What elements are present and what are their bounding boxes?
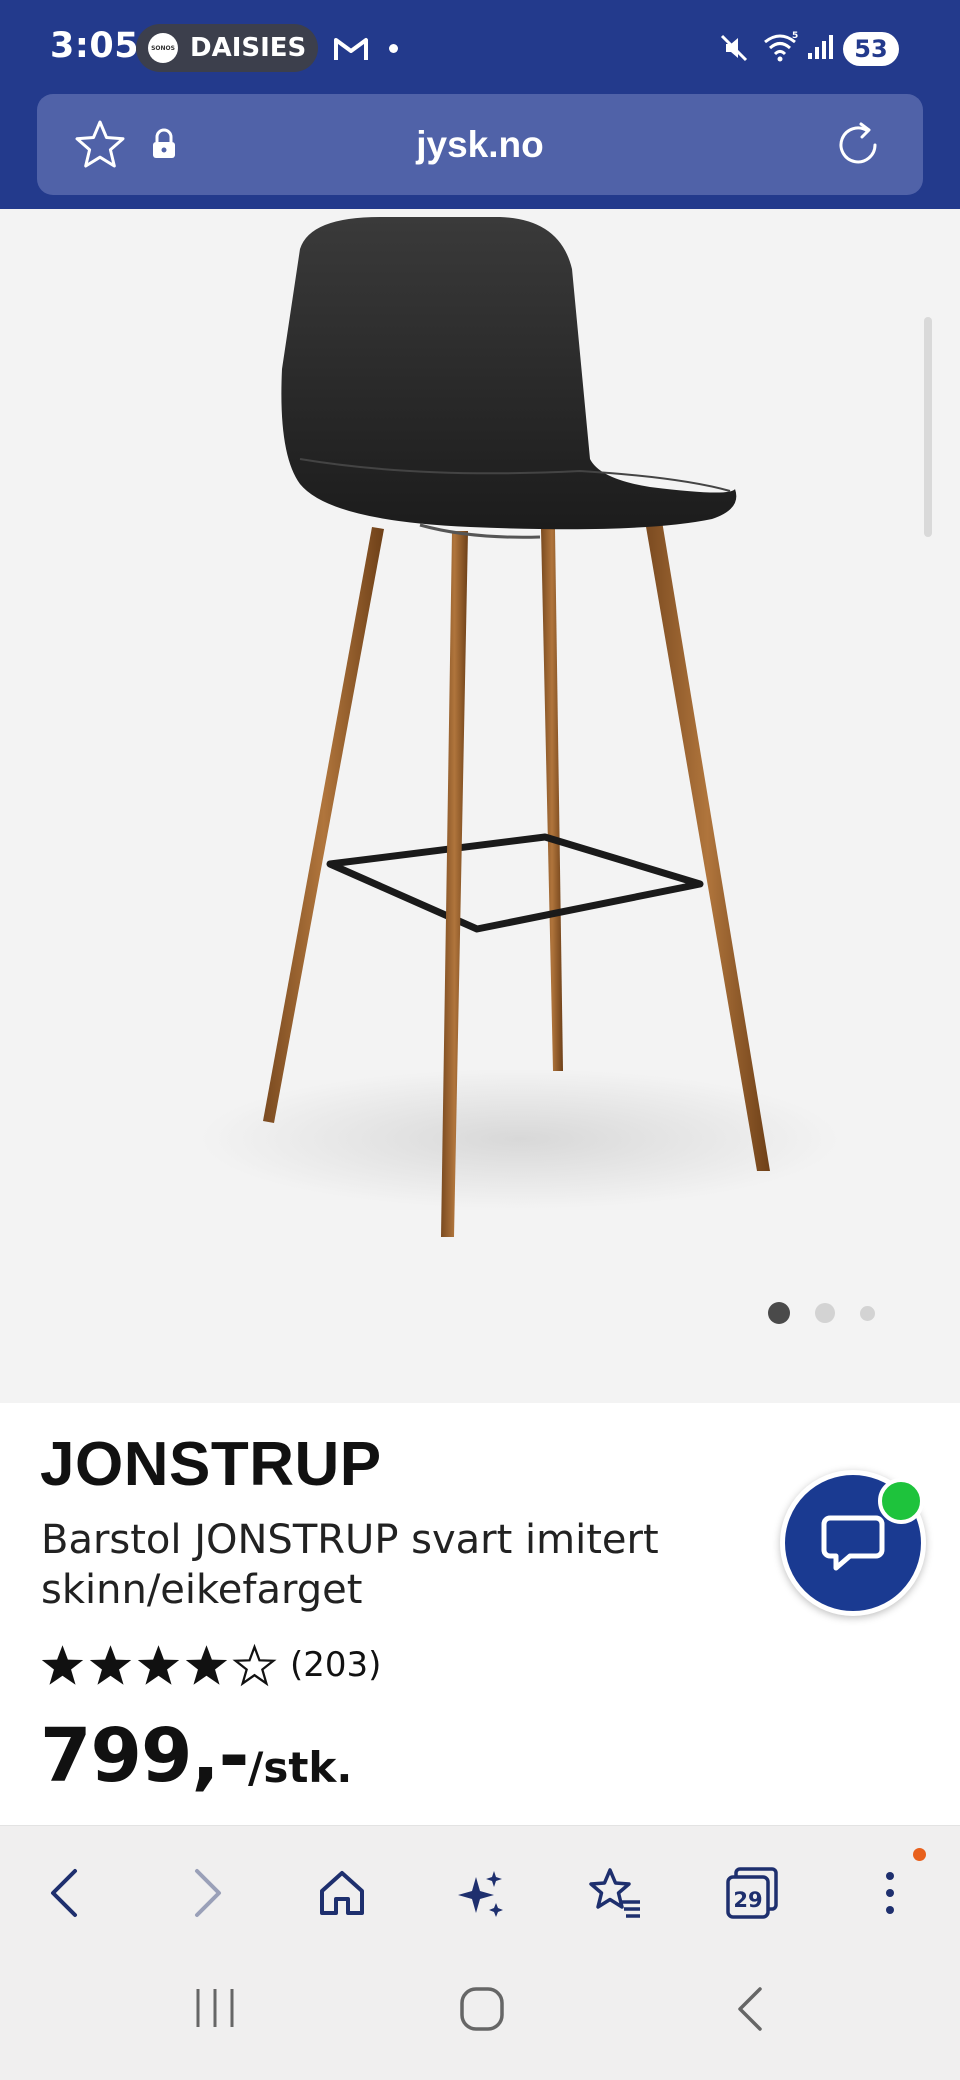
product-image-gallery[interactable] [0, 209, 960, 1403]
reload-icon[interactable] [831, 118, 885, 172]
gallery-dot-1[interactable] [768, 1302, 790, 1324]
browser-top-bar: 3:05 SONOS DAISIES 5 53 jysk.no [0, 0, 960, 209]
url-bar[interactable]: jysk.no [37, 94, 923, 195]
forward-button[interactable] [172, 1858, 242, 1928]
product-title: JONSTRUP [40, 1430, 382, 1499]
sonos-media-chip[interactable]: SONOS DAISIES [136, 24, 318, 72]
tabs-button[interactable]: 29 [717, 1858, 787, 1928]
gallery-dot-2[interactable] [815, 1303, 835, 1323]
tabs-icon: 29 [726, 1867, 778, 1919]
product-rating[interactable]: (203) [40, 1643, 381, 1687]
star-empty-icon [232, 1643, 277, 1687]
ai-assistant-button[interactable] [445, 1858, 515, 1928]
product-description: Barstol JONSTRUP svart imitert skinn/eik… [41, 1517, 659, 1613]
status-time: 3:05 [50, 26, 140, 66]
home-button[interactable] [307, 1858, 377, 1928]
home-circle-icon[interactable] [458, 1985, 506, 2033]
chat-bubble-icon [821, 1515, 885, 1571]
mute-icon [720, 34, 748, 62]
gmail-icon [334, 38, 368, 60]
wifi-icon: 5 [764, 31, 798, 62]
system-navigation-bar [0, 1955, 960, 2080]
notification-dot [389, 44, 398, 53]
product-price: 799,- [40, 1713, 249, 1799]
product-image[interactable] [0, 209, 960, 1403]
rating-stars [40, 1643, 280, 1687]
svg-text:5: 5 [792, 31, 798, 41]
more-menu-button[interactable] [855, 1858, 925, 1928]
gallery-dot-3[interactable] [860, 1305, 875, 1321]
media-title: DAISIES [190, 33, 307, 63]
more-menu-icon [886, 1872, 894, 1914]
review-count[interactable]: (203) [290, 1645, 381, 1685]
system-back-icon[interactable] [732, 1985, 772, 2033]
battery-icon: 53 [843, 32, 899, 66]
back-button[interactable] [30, 1858, 100, 1928]
product-info: JONSTRUP Barstol JONSTRUP svart imitert … [0, 1403, 960, 1825]
bookmarks-button[interactable] [580, 1858, 650, 1928]
tab-count: 29 [733, 1888, 762, 1912]
home-icon [320, 1871, 364, 1915]
star-filled-icon [89, 1645, 132, 1685]
gallery-pagination [768, 1302, 900, 1324]
star-filled-icon [185, 1645, 228, 1685]
signal-icon [808, 35, 833, 59]
star-filled-icon [41, 1645, 84, 1685]
forward-icon [195, 1869, 221, 1917]
recents-icon[interactable] [192, 1985, 238, 2031]
sonos-icon: SONOS [148, 33, 178, 63]
url-text[interactable]: jysk.no [37, 94, 923, 195]
price-unit: /stk. [248, 1743, 353, 1792]
ai-sparkle-icon [458, 1871, 503, 1917]
menu-notification-dot [913, 1848, 926, 1861]
bookmarks-icon [589, 1868, 640, 1918]
back-icon [51, 1869, 77, 1917]
scrollbar[interactable] [924, 317, 932, 537]
chat-online-badge [878, 1478, 924, 1524]
star-filled-icon [137, 1645, 180, 1685]
status-bar: 3:05 SONOS DAISIES 5 53 [0, 0, 960, 96]
browser-bottom-bar: 29 [0, 1825, 960, 1955]
